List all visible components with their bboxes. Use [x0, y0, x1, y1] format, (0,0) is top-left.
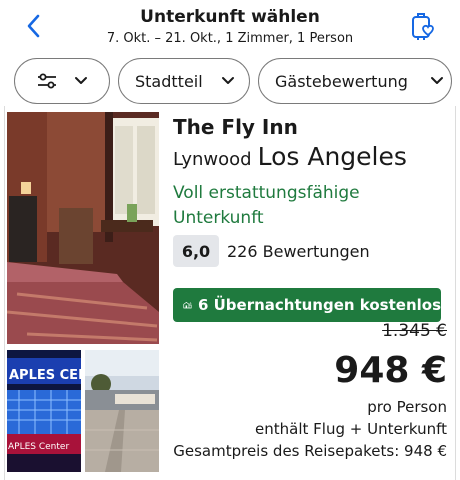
arena-sign-text: APLES CEN	[9, 368, 81, 383]
original-price: 1.345 €	[382, 321, 447, 341]
trip-summary: 7. Okt. – 21. Okt., 1 Zimmer, 1 Person	[106, 31, 354, 46]
back-button[interactable]	[18, 10, 50, 42]
arena-sign-text-lower: APLES Center	[8, 442, 69, 452]
sliders-icon	[38, 73, 56, 89]
filter-bar: Stadtteil Gästebewertung	[14, 58, 460, 106]
guest-rating-filter-label: Gästebewertung	[275, 71, 408, 91]
free-nights-badge: 6 Übernachtungen kostenlos	[173, 288, 441, 322]
page-title: Unterkunft wählen	[140, 7, 320, 27]
hotel-card[interactable]: APLES CEN APLES Center The Fly Inn Lynwo…	[4, 106, 456, 480]
package-price: 948 €	[334, 350, 447, 391]
photo-gallery[interactable]: APLES CEN APLES Center	[7, 112, 159, 474]
hotel-city: Los Angeles	[257, 142, 407, 171]
district-filter-label: Stadtteil	[135, 71, 203, 91]
price-basis: pro Person	[367, 398, 447, 416]
staples-center-photo[interactable]: APLES CEN APLES Center	[7, 350, 81, 472]
review-count: 226 Bewertungen	[227, 241, 370, 261]
hotel-name[interactable]: The Fly Inn	[173, 114, 451, 140]
guest-rating-filter[interactable]: Gästebewertung	[258, 58, 452, 104]
free-nights-label: 6 Übernachtungen kostenlos	[197, 296, 441, 314]
title-block: Unterkunft wählen 7. Okt. – 21. Okt., 1 …	[80, 6, 380, 48]
refund-policy: Voll erstattungsfähige Unterkunft	[173, 183, 360, 228]
chevron-down-icon	[75, 77, 87, 84]
exterior-image	[85, 350, 159, 472]
chevron-left-icon	[27, 14, 40, 38]
hotel-info: The Fly Inn Lynwood Los Angeles Voll erst…	[173, 114, 451, 322]
package-total: Gesamtpreis des Reisepakets: 948 €	[173, 442, 447, 460]
chevron-down-icon	[430, 77, 443, 84]
package-includes: enthält Flug + Unterkunft	[255, 420, 447, 438]
arena-image: APLES CEN APLES Center	[7, 350, 81, 472]
wishlist-button[interactable]	[408, 10, 438, 42]
hotel-location: Lynwood Los Angeles	[173, 142, 451, 175]
price-block: 1.345 € 948 € pro Person enthält Flug + …	[167, 320, 447, 462]
parking-lot-photo[interactable]	[85, 350, 159, 472]
hotel-bed-icon	[183, 302, 192, 309]
district-filter[interactable]: Stadtteil	[118, 58, 250, 104]
hotel-district: Lynwood	[173, 149, 252, 170]
luggage-heart-icon	[412, 13, 434, 40]
chevron-down-icon	[221, 77, 234, 84]
top-bar: Unterkunft wählen 7. Okt. – 21. Okt., 1 …	[0, 0, 460, 56]
room-image	[7, 112, 159, 344]
filter-button[interactable]	[14, 58, 110, 104]
rating-badge: 6,0	[173, 235, 219, 267]
rating-row: 6,0 226 Bewertungen	[173, 235, 451, 267]
hotel-room-photo[interactable]	[7, 112, 159, 344]
